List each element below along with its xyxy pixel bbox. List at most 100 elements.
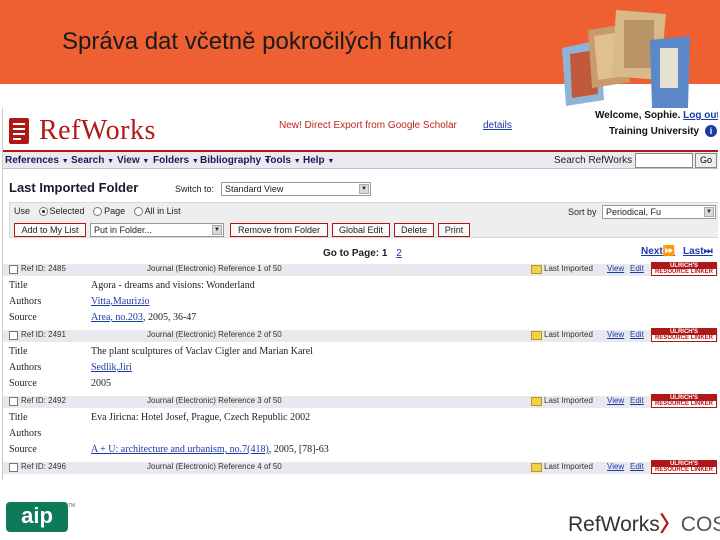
authors-label: Authors — [9, 362, 42, 373]
news-details-link[interactable]: details — [483, 120, 512, 131]
news-banner: New! Direct Export from Google Scholar — [279, 120, 457, 131]
view-link[interactable]: View — [607, 330, 624, 339]
next-page-link[interactable]: Next⏩ — [641, 246, 675, 257]
reference-type: Journal (Electronic) Reference 2 of 50 — [147, 330, 282, 339]
refworks-logo-label: RefWorks — [568, 513, 660, 536]
menu-tools[interactable]: Tools ▼ — [265, 155, 301, 166]
sort-select-value: Periodical, Fu — [606, 207, 662, 217]
radio-selected[interactable] — [38, 207, 48, 217]
radio-page-label: Page — [104, 206, 126, 216]
title-label: Title — [9, 346, 28, 357]
chevron-down-icon: ▼ — [704, 207, 714, 217]
reference-checkbox[interactable] — [9, 463, 18, 472]
reference-folder: Last Imported — [544, 264, 593, 273]
ulrichs-resource-linker-button[interactable]: ULRICH'S RESOURCE LINKER — [651, 394, 717, 408]
cos-logo-label: COS — [680, 513, 720, 536]
reference-header: Ref ID: 2496 Journal (Electronic) Refere… — [3, 460, 718, 474]
menu-folders[interactable]: Folders ▼ — [153, 155, 199, 166]
edit-link[interactable]: Edit — [630, 330, 644, 339]
view-link[interactable]: View — [607, 264, 624, 273]
menu-view[interactable]: View ▼ — [117, 155, 149, 166]
aip-logo: aip — [6, 502, 68, 532]
radio-page[interactable] — [93, 207, 103, 217]
last-page-link[interactable]: Last⏭ — [683, 246, 713, 257]
reference-folder: Last Imported — [544, 462, 593, 471]
refworks-logo: RefWorks — [7, 114, 156, 148]
edit-link[interactable]: Edit — [630, 396, 644, 405]
folder-icon — [531, 265, 542, 274]
search-input[interactable] — [635, 153, 693, 168]
switch-to-label: Switch to: — [175, 184, 215, 194]
edit-link[interactable]: Edit — [630, 264, 644, 273]
sort-select[interactable]: Periodical, Fu ▼ — [602, 205, 716, 219]
reference-checkbox[interactable] — [9, 397, 18, 406]
resource-linker-label: RESOURCE LINKER — [654, 467, 713, 473]
print-button[interactable]: Print — [438, 223, 470, 237]
radio-all-label: All in List — [144, 206, 181, 216]
next-arrow-icon: ⏩ — [662, 246, 676, 257]
refworks-cos-logo: RefWorks〉COS — [568, 508, 720, 538]
use-label: Use — [14, 206, 31, 216]
title-label: Title — [9, 412, 28, 423]
reference-authors[interactable]: Sedlik,Jiri — [91, 362, 132, 373]
decorative-collage-image — [562, 10, 690, 108]
refworks-screen: RefWorks New! Direct Export from Google … — [2, 108, 718, 480]
reference-type: Journal (Electronic) Reference 4 of 50 — [147, 462, 282, 471]
pager-label: Go to Page: — [323, 248, 380, 259]
radio-selected-label: Selected — [49, 206, 85, 216]
reference-title: The plant sculptures of Vaclav Cigler an… — [91, 346, 313, 357]
menu-search[interactable]: Search ▼ — [71, 155, 114, 166]
reference-authors[interactable]: Vitta,Maurizio — [91, 296, 150, 307]
reference-id: Ref ID: 2492 — [21, 396, 66, 405]
slide-title: Správa dat včetně pokročilých funkcí — [62, 28, 453, 55]
remove-from-folder-button[interactable]: Remove from Folder — [230, 223, 328, 237]
university-name: Training University — [609, 126, 700, 137]
put-in-folder-value: Put in Folder... — [94, 225, 153, 235]
view-select[interactable]: Standard View ▼ — [221, 182, 371, 196]
info-icon[interactable]: i — [705, 125, 717, 137]
resource-linker-label: RESOURCE LINKER — [654, 269, 713, 275]
authors-label: Authors — [9, 296, 42, 307]
welcome-text: Welcome, Sophie. — [595, 110, 681, 121]
global-edit-button[interactable]: Global Edit — [332, 223, 390, 237]
reference-type: Journal (Electronic) Reference 1 of 50 — [147, 264, 282, 273]
go-button[interactable]: Go — [695, 153, 717, 168]
source-link[interactable]: A + U: architecture and urbanism, no.7(4… — [91, 444, 269, 455]
reference-id: Ref ID: 2491 — [21, 330, 66, 339]
folder-title: Last Imported Folder — [9, 180, 139, 195]
pager-page-1: 1 — [381, 248, 388, 259]
menu-help[interactable]: Help ▼ — [303, 155, 334, 166]
reference-source: 2005 — [91, 378, 111, 389]
reference-source: A + U: architecture and urbanism, no.7(4… — [91, 444, 329, 455]
view-select-value: Standard View — [225, 184, 284, 194]
reference-checkbox[interactable] — [9, 331, 18, 340]
search-label: Search RefWorks — [554, 155, 633, 166]
title-label: Title — [9, 280, 28, 291]
put-in-folder-select[interactable]: Put in Folder... ▼ — [90, 223, 224, 237]
ulrichs-resource-linker-button[interactable]: ULRICH'S RESOURCE LINKER — [651, 328, 717, 342]
view-link[interactable]: View — [607, 396, 624, 405]
menu-bar: References ▼ Search ▼ View ▼ Folders ▼ B… — [3, 150, 718, 169]
delete-button[interactable]: Delete — [394, 223, 434, 237]
view-link[interactable]: View — [607, 462, 624, 471]
source-details: , 2005, 36-47 — [142, 312, 197, 323]
authors-label: Authors — [9, 428, 42, 439]
ulrichs-resource-linker-button[interactable]: ULRICH'S RESOURCE LINKER — [651, 460, 717, 474]
radio-all[interactable] — [133, 207, 143, 217]
sort-by-label: Sort by — [568, 207, 597, 217]
refworks-logo-text: RefWorks — [39, 115, 156, 146]
ulrichs-resource-linker-button[interactable]: ULRICH'S RESOURCE LINKER — [651, 262, 717, 276]
edit-link[interactable]: Edit — [630, 462, 644, 471]
resource-linker-label: RESOURCE LINKER — [654, 335, 713, 341]
reference-checkbox[interactable] — [9, 265, 18, 274]
add-to-my-list-button[interactable]: Add to My List — [14, 223, 86, 237]
source-link[interactable]: Area, no.203 — [91, 312, 143, 323]
chevron-down-icon: ▼ — [359, 184, 369, 194]
trademark-mark: TM — [68, 503, 76, 509]
menu-bibliography[interactable]: Bibliography ▼ — [200, 155, 271, 166]
reference-source: Area, no.203, 2005, 36-47 — [91, 312, 196, 323]
menu-references[interactable]: References ▼ — [5, 155, 69, 166]
logout-link[interactable]: Log out — [683, 110, 718, 121]
reference-title: Agora - dreams and visions: Wonderland — [91, 280, 255, 291]
pager-page-2[interactable]: 2 — [396, 248, 402, 259]
